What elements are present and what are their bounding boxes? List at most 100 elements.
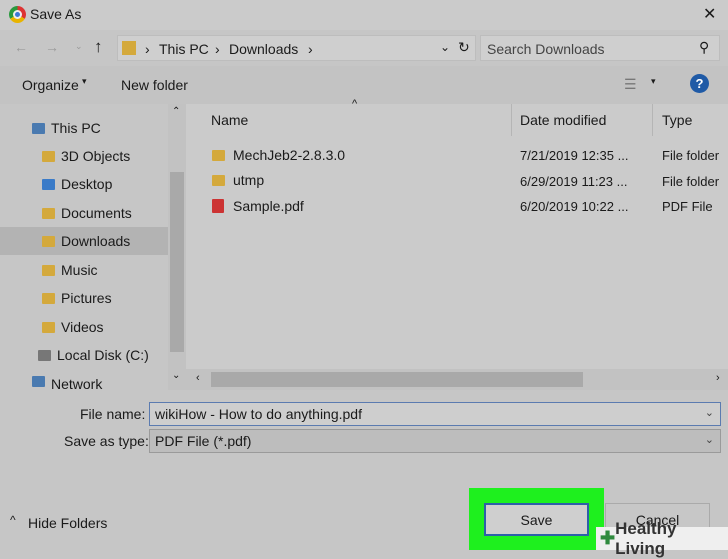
chevron-down-icon[interactable]: ⌄	[705, 433, 714, 446]
address-bar[interactable]: › This PC › Downloads › ⌄ ↻	[117, 35, 476, 61]
scroll-down-icon[interactable]: ⌄	[172, 370, 180, 381]
desktop-icon	[42, 178, 55, 190]
breadcrumb-sep: ›	[308, 41, 313, 57]
view-list-icon[interactable]: ☰	[624, 76, 637, 93]
chrome-icon	[9, 6, 26, 23]
nav-label: Downloads	[61, 233, 131, 249]
nav-label: Pictures	[61, 290, 112, 306]
music-icon	[42, 264, 55, 276]
sort-indicator-icon: ^	[352, 98, 358, 110]
toolbar: Organize ▾ New folder ☰ ▾ ?	[0, 66, 728, 104]
nav-scrollbar[interactable]: ⌃ ⌄	[168, 104, 186, 390]
pdf-icon	[212, 199, 224, 213]
file-row[interactable]: Sample.pdf	[212, 194, 728, 218]
title-bar: Save As ✕	[0, 0, 728, 30]
file-name-value: wikiHow - How to do anything.pdf	[155, 406, 362, 422]
folder-icon	[42, 150, 55, 162]
file-name: utmp	[233, 172, 265, 188]
back-button[interactable]: ←	[14, 39, 28, 55]
network-icon	[32, 376, 45, 387]
nav-label: Network	[51, 376, 103, 390]
chevron-down-icon[interactable]: ⌄	[705, 406, 714, 419]
save-button[interactable]: Save	[484, 503, 589, 536]
address-dropdown-icon[interactable]: ⌄	[440, 40, 450, 54]
breadcrumb-downloads[interactable]: Downloads	[229, 41, 298, 57]
breadcrumb-sep: ›	[215, 41, 220, 57]
chevron-up-icon: ^	[10, 513, 16, 527]
folder-icon	[212, 149, 225, 161]
scroll-up-icon[interactable]: ⌃	[172, 106, 180, 117]
file-name-label: File name:	[80, 406, 146, 422]
organize-dropdown-icon: ▾	[82, 76, 87, 86]
file-name-input[interactable]: wikiHow - How to do anything.pdf ⌄	[149, 402, 721, 426]
nav-item-documents[interactable]: Documents	[0, 199, 168, 227]
downloads-folder-icon	[122, 41, 136, 55]
file-name: Sample.pdf	[233, 198, 304, 214]
nav-item-network[interactable]: Network	[0, 376, 168, 390]
file-date: 6/29/2019 11:23 ...	[520, 174, 628, 189]
nav-label: Local Disk (C:)	[57, 347, 149, 363]
file-type: File folder	[662, 148, 720, 163]
file-list: ^ Name Date modified Type MechJeb2-2.8.3…	[186, 98, 728, 390]
search-box[interactable]: Search Downloads ⚲	[480, 35, 720, 61]
videos-icon	[42, 321, 55, 333]
documents-icon	[42, 207, 55, 219]
plus-icon: ✚	[600, 528, 616, 548]
folder-icon	[212, 174, 225, 186]
file-row[interactable]: utmp	[212, 168, 728, 192]
nav-item-downloads[interactable]: Downloads	[0, 227, 168, 255]
nav-item-this-pc[interactable]: This PC	[0, 114, 168, 142]
refresh-icon[interactable]: ↻	[458, 39, 470, 56]
up-button[interactable]: ↑	[94, 37, 103, 57]
save-as-type-label: Save as type:	[64, 433, 149, 449]
file-date: 7/21/2019 12:35 ...	[520, 148, 629, 163]
downloads-icon	[42, 235, 55, 247]
nav-label: Music	[61, 262, 98, 278]
breadcrumb-sep: ›	[145, 41, 150, 57]
search-input[interactable]: Search Downloads	[487, 41, 605, 57]
close-button[interactable]: ✕	[703, 4, 716, 24]
nav-item-music[interactable]: Music	[0, 256, 168, 284]
column-name[interactable]: Name	[211, 112, 248, 128]
recent-dropdown[interactable]: ⌄	[75, 41, 83, 52]
hide-folders-button[interactable]: Hide Folders	[28, 515, 107, 531]
nav-label: 3D Objects	[61, 148, 131, 164]
organize-button[interactable]: Organize	[22, 77, 79, 93]
nav-item-local-disk[interactable]: Local Disk (C:)	[0, 341, 168, 369]
save-as-type-select[interactable]: PDF File (*.pdf) ⌄	[149, 429, 721, 453]
nav-item-3d-objects[interactable]: 3D Objects	[0, 142, 168, 170]
scroll-thumb[interactable]	[211, 372, 583, 387]
scroll-left-icon[interactable]: ‹	[196, 372, 200, 384]
breadcrumb-this-pc[interactable]: This PC	[159, 41, 209, 57]
forward-button[interactable]: →	[45, 39, 59, 55]
column-date[interactable]: Date modified	[520, 112, 606, 128]
scroll-right-icon[interactable]: ›	[716, 372, 720, 384]
watermark-text: Healthy Living	[615, 518, 677, 558]
nav-item-pictures[interactable]: Pictures	[0, 284, 168, 312]
scroll-thumb[interactable]	[170, 172, 184, 352]
file-row[interactable]: MechJeb2-2.8.3.0	[212, 143, 728, 167]
view-dropdown-icon[interactable]: ▾	[651, 76, 656, 87]
navigation-pane: This PC 3D Objects Desktop Documents Dow…	[0, 104, 168, 390]
pictures-icon	[42, 292, 55, 304]
nav-item-desktop[interactable]: Desktop	[0, 170, 168, 198]
nav-label: This PC	[51, 120, 101, 136]
horizontal-scrollbar[interactable]: ‹ ›	[186, 369, 728, 390]
search-icon[interactable]: ⚲	[699, 39, 709, 56]
nav-item-videos[interactable]: Videos	[0, 313, 168, 341]
help-button[interactable]: ?	[690, 74, 709, 93]
column-divider	[652, 104, 653, 136]
window-title: Save As	[30, 6, 82, 22]
save-as-type-value: PDF File (*.pdf)	[155, 433, 252, 449]
new-folder-button[interactable]: New folder	[121, 77, 188, 93]
nav-label: Videos	[61, 319, 104, 335]
file-type: File folder	[662, 174, 720, 189]
column-type[interactable]: Type	[662, 112, 692, 128]
file-name: MechJeb2-2.8.3.0	[233, 147, 346, 163]
nav-label: Desktop	[61, 176, 113, 192]
watermark: ✚ Healthy Living	[596, 519, 728, 558]
file-type: PDF File	[662, 199, 713, 214]
file-date: 6/20/2019 10:22 ...	[520, 199, 629, 214]
nav-label: Documents	[61, 205, 132, 221]
disk-icon	[38, 349, 51, 361]
